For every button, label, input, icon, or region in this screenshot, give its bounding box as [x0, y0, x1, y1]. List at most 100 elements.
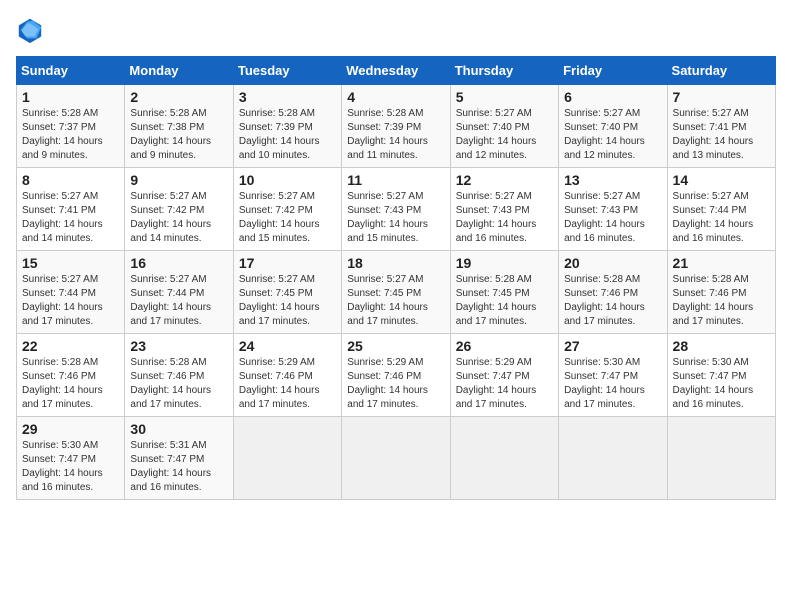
day-info: Sunrise: 5:27 AMSunset: 7:44 PMDaylight:… — [22, 273, 119, 329]
calendar-cell: 24 Sunrise: 5:29 AMSunset: 7:46 PMDaylig… — [233, 334, 341, 417]
day-info: Sunrise: 5:29 AMSunset: 7:46 PMDaylight:… — [347, 356, 444, 412]
day-number: 16 — [130, 255, 227, 271]
calendar-cell — [342, 417, 450, 500]
day-info: Sunrise: 5:27 AMSunset: 7:44 PMDaylight:… — [673, 190, 770, 246]
day-number: 13 — [564, 172, 661, 188]
day-info: Sunrise: 5:28 AMSunset: 7:37 PMDaylight:… — [22, 107, 119, 163]
calendar-cell: 11 Sunrise: 5:27 AMSunset: 7:43 PMDaylig… — [342, 168, 450, 251]
day-number: 22 — [22, 338, 119, 354]
day-number: 19 — [456, 255, 553, 271]
day-info: Sunrise: 5:27 AMSunset: 7:43 PMDaylight:… — [456, 190, 553, 246]
day-number: 26 — [456, 338, 553, 354]
calendar-cell: 18 Sunrise: 5:27 AMSunset: 7:45 PMDaylig… — [342, 251, 450, 334]
day-number: 14 — [673, 172, 770, 188]
calendar-table: Sunday Monday Tuesday Wednesday Thursday… — [16, 56, 776, 500]
calendar-week-row: 8 Sunrise: 5:27 AMSunset: 7:41 PMDayligh… — [17, 168, 776, 251]
day-info: Sunrise: 5:27 AMSunset: 7:42 PMDaylight:… — [130, 190, 227, 246]
calendar-cell: 17 Sunrise: 5:27 AMSunset: 7:45 PMDaylig… — [233, 251, 341, 334]
day-info: Sunrise: 5:29 AMSunset: 7:46 PMDaylight:… — [239, 356, 336, 412]
day-number: 30 — [130, 421, 227, 437]
calendar-cell: 22 Sunrise: 5:28 AMSunset: 7:46 PMDaylig… — [17, 334, 125, 417]
calendar-cell — [233, 417, 341, 500]
page-header — [16, 16, 776, 44]
col-sunday: Sunday — [17, 57, 125, 85]
calendar-cell: 2 Sunrise: 5:28 AMSunset: 7:38 PMDayligh… — [125, 85, 233, 168]
calendar-header-row: Sunday Monday Tuesday Wednesday Thursday… — [17, 57, 776, 85]
col-wednesday: Wednesday — [342, 57, 450, 85]
col-monday: Monday — [125, 57, 233, 85]
day-info: Sunrise: 5:28 AMSunset: 7:46 PMDaylight:… — [22, 356, 119, 412]
calendar-week-row: 29 Sunrise: 5:30 AMSunset: 7:47 PMDaylig… — [17, 417, 776, 500]
day-info: Sunrise: 5:27 AMSunset: 7:42 PMDaylight:… — [239, 190, 336, 246]
day-info: Sunrise: 5:27 AMSunset: 7:45 PMDaylight:… — [239, 273, 336, 329]
day-info: Sunrise: 5:28 AMSunset: 7:39 PMDaylight:… — [239, 107, 336, 163]
day-info: Sunrise: 5:28 AMSunset: 7:45 PMDaylight:… — [456, 273, 553, 329]
day-number: 17 — [239, 255, 336, 271]
day-number: 7 — [673, 89, 770, 105]
calendar-cell: 14 Sunrise: 5:27 AMSunset: 7:44 PMDaylig… — [667, 168, 775, 251]
day-info: Sunrise: 5:27 AMSunset: 7:40 PMDaylight:… — [564, 107, 661, 163]
day-number: 11 — [347, 172, 444, 188]
calendar-cell: 25 Sunrise: 5:29 AMSunset: 7:46 PMDaylig… — [342, 334, 450, 417]
calendar-week-row: 1 Sunrise: 5:28 AMSunset: 7:37 PMDayligh… — [17, 85, 776, 168]
day-number: 4 — [347, 89, 444, 105]
day-info: Sunrise: 5:27 AMSunset: 7:43 PMDaylight:… — [564, 190, 661, 246]
day-info: Sunrise: 5:28 AMSunset: 7:46 PMDaylight:… — [564, 273, 661, 329]
day-number: 27 — [564, 338, 661, 354]
calendar-cell: 3 Sunrise: 5:28 AMSunset: 7:39 PMDayligh… — [233, 85, 341, 168]
calendar-cell — [559, 417, 667, 500]
day-info: Sunrise: 5:30 AMSunset: 7:47 PMDaylight:… — [564, 356, 661, 412]
calendar-cell: 30 Sunrise: 5:31 AMSunset: 7:47 PMDaylig… — [125, 417, 233, 500]
day-info: Sunrise: 5:27 AMSunset: 7:44 PMDaylight:… — [130, 273, 227, 329]
day-number: 28 — [673, 338, 770, 354]
day-number: 9 — [130, 172, 227, 188]
calendar-cell: 13 Sunrise: 5:27 AMSunset: 7:43 PMDaylig… — [559, 168, 667, 251]
day-info: Sunrise: 5:28 AMSunset: 7:38 PMDaylight:… — [130, 107, 227, 163]
day-info: Sunrise: 5:27 AMSunset: 7:45 PMDaylight:… — [347, 273, 444, 329]
calendar-cell: 20 Sunrise: 5:28 AMSunset: 7:46 PMDaylig… — [559, 251, 667, 334]
day-number: 25 — [347, 338, 444, 354]
day-info: Sunrise: 5:30 AMSunset: 7:47 PMDaylight:… — [22, 439, 119, 495]
calendar-week-row: 22 Sunrise: 5:28 AMSunset: 7:46 PMDaylig… — [17, 334, 776, 417]
day-number: 23 — [130, 338, 227, 354]
day-number: 20 — [564, 255, 661, 271]
calendar-cell: 28 Sunrise: 5:30 AMSunset: 7:47 PMDaylig… — [667, 334, 775, 417]
day-number: 8 — [22, 172, 119, 188]
day-info: Sunrise: 5:28 AMSunset: 7:46 PMDaylight:… — [130, 356, 227, 412]
day-number: 24 — [239, 338, 336, 354]
day-number: 10 — [239, 172, 336, 188]
day-number: 12 — [456, 172, 553, 188]
day-number: 3 — [239, 89, 336, 105]
day-info: Sunrise: 5:28 AMSunset: 7:39 PMDaylight:… — [347, 107, 444, 163]
calendar-cell: 5 Sunrise: 5:27 AMSunset: 7:40 PMDayligh… — [450, 85, 558, 168]
calendar-cell: 6 Sunrise: 5:27 AMSunset: 7:40 PMDayligh… — [559, 85, 667, 168]
calendar-cell: 12 Sunrise: 5:27 AMSunset: 7:43 PMDaylig… — [450, 168, 558, 251]
day-info: Sunrise: 5:31 AMSunset: 7:47 PMDaylight:… — [130, 439, 227, 495]
day-number: 5 — [456, 89, 553, 105]
calendar-cell: 9 Sunrise: 5:27 AMSunset: 7:42 PMDayligh… — [125, 168, 233, 251]
calendar-cell: 1 Sunrise: 5:28 AMSunset: 7:37 PMDayligh… — [17, 85, 125, 168]
day-info: Sunrise: 5:27 AMSunset: 7:40 PMDaylight:… — [456, 107, 553, 163]
calendar-cell: 27 Sunrise: 5:30 AMSunset: 7:47 PMDaylig… — [559, 334, 667, 417]
calendar-cell: 16 Sunrise: 5:27 AMSunset: 7:44 PMDaylig… — [125, 251, 233, 334]
logo — [16, 16, 48, 44]
day-info: Sunrise: 5:27 AMSunset: 7:43 PMDaylight:… — [347, 190, 444, 246]
day-info: Sunrise: 5:28 AMSunset: 7:46 PMDaylight:… — [673, 273, 770, 329]
day-number: 2 — [130, 89, 227, 105]
calendar-cell: 10 Sunrise: 5:27 AMSunset: 7:42 PMDaylig… — [233, 168, 341, 251]
day-info: Sunrise: 5:30 AMSunset: 7:47 PMDaylight:… — [673, 356, 770, 412]
day-number: 6 — [564, 89, 661, 105]
calendar-cell: 7 Sunrise: 5:27 AMSunset: 7:41 PMDayligh… — [667, 85, 775, 168]
day-number: 15 — [22, 255, 119, 271]
calendar-cell: 23 Sunrise: 5:28 AMSunset: 7:46 PMDaylig… — [125, 334, 233, 417]
logo-icon — [16, 16, 44, 44]
calendar-week-row: 15 Sunrise: 5:27 AMSunset: 7:44 PMDaylig… — [17, 251, 776, 334]
col-thursday: Thursday — [450, 57, 558, 85]
calendar-cell: 8 Sunrise: 5:27 AMSunset: 7:41 PMDayligh… — [17, 168, 125, 251]
day-number: 29 — [22, 421, 119, 437]
day-number: 21 — [673, 255, 770, 271]
day-info: Sunrise: 5:29 AMSunset: 7:47 PMDaylight:… — [456, 356, 553, 412]
col-tuesday: Tuesday — [233, 57, 341, 85]
day-number: 1 — [22, 89, 119, 105]
calendar-cell: 29 Sunrise: 5:30 AMSunset: 7:47 PMDaylig… — [17, 417, 125, 500]
